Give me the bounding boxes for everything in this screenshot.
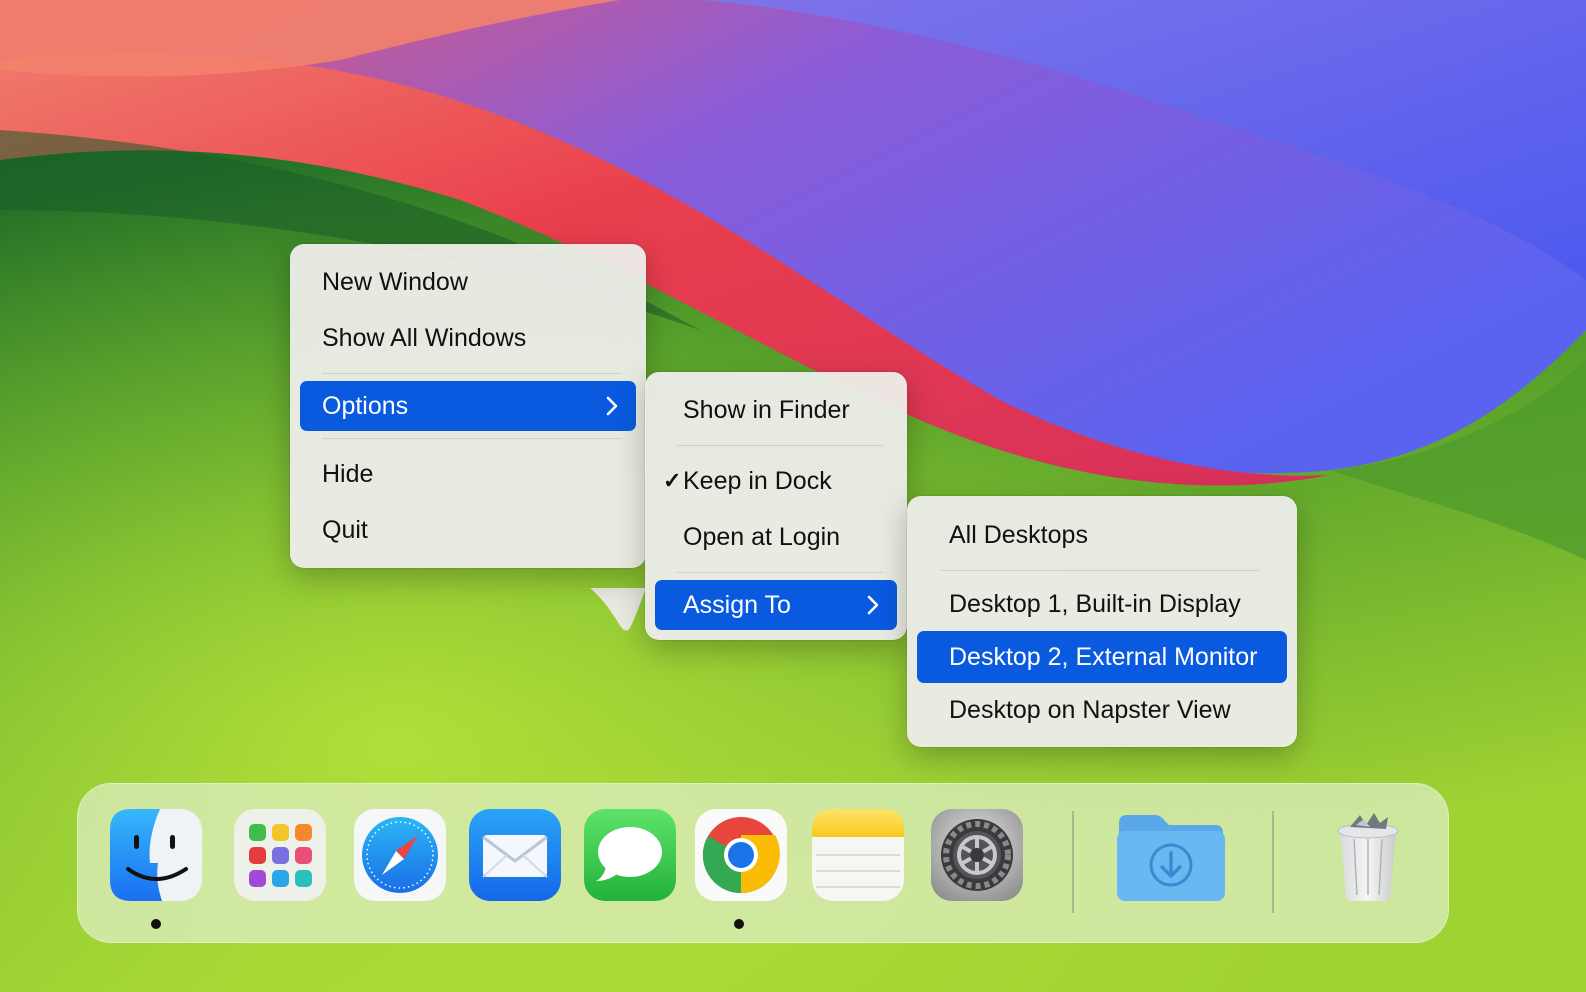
chevron-right-icon	[606, 381, 618, 431]
menu-item-label: Assign To	[683, 591, 791, 619]
menu-item-label: Desktop on Napster View	[949, 696, 1231, 724]
finder-icon	[110, 809, 202, 901]
menu-separator	[677, 572, 883, 573]
chevron-right-icon	[867, 580, 879, 630]
menu-item-label: Open at Login	[683, 523, 841, 551]
menu-item-label: Quit	[322, 516, 368, 544]
options-submenu: Show in Finder ✓ Keep in Dock Open at Lo…	[645, 372, 907, 640]
dock-app-notes[interactable]	[810, 807, 906, 903]
running-indicator	[734, 919, 744, 929]
menu-item-desktop-1[interactable]: Desktop 1, Built-in Display	[917, 577, 1287, 631]
menu-item-all-desktops[interactable]: All Desktops	[917, 508, 1287, 562]
menu-pointer-tail	[590, 588, 646, 631]
safari-icon	[354, 809, 446, 901]
menu-item-label: New Window	[322, 268, 468, 296]
menu-item-label: Show All Windows	[322, 324, 527, 352]
menu-item-label: Desktop 1, Built-in Display	[949, 590, 1241, 618]
menu-item-quit[interactable]: Quit	[300, 502, 636, 558]
dock-divider	[1272, 811, 1274, 913]
checkmark-icon: ✓	[663, 468, 682, 493]
downloads-folder-icon	[1117, 815, 1225, 901]
menu-item-desktop-2[interactable]: Desktop 2, External Monitor	[917, 631, 1287, 683]
dock-app-messages[interactable]	[582, 807, 678, 903]
menu-item-label: Desktop 2, External Monitor	[949, 643, 1258, 671]
dock-context-menu: New Window Show All Windows Options Hide…	[290, 244, 646, 568]
menu-item-label: All Desktops	[949, 521, 1088, 549]
menu-separator	[322, 373, 622, 374]
dock	[77, 783, 1449, 943]
launchpad-icon	[234, 809, 326, 901]
messages-icon	[584, 809, 676, 901]
dock-app-mail[interactable]	[467, 807, 563, 903]
menu-item-desktop-napster-view[interactable]: Desktop on Napster View	[917, 683, 1287, 737]
menu-item-open-at-login[interactable]: Open at Login	[655, 509, 897, 565]
menu-item-keep-in-dock[interactable]: ✓ Keep in Dock	[655, 453, 897, 509]
menu-item-show-in-finder[interactable]: Show in Finder	[655, 382, 897, 438]
menu-item-label: Hide	[322, 460, 374, 488]
dock-app-trash[interactable]	[1320, 807, 1416, 903]
dock-app-safari[interactable]	[352, 807, 448, 903]
running-indicator	[151, 919, 161, 929]
dock-app-chrome[interactable]	[693, 807, 789, 903]
menu-item-hide[interactable]: Hide	[300, 446, 636, 502]
menu-item-options[interactable]: Options	[300, 381, 636, 431]
notes-icon	[812, 809, 904, 901]
dock-app-launchpad[interactable]	[232, 807, 328, 903]
menu-item-show-all-windows[interactable]: Show All Windows	[300, 310, 636, 366]
dock-stack-downloads[interactable]	[1115, 807, 1227, 903]
menu-item-label: Keep in Dock	[683, 467, 832, 495]
system-settings-icon	[931, 809, 1023, 901]
chrome-icon	[695, 809, 787, 901]
dock-app-finder[interactable]	[108, 807, 204, 903]
dock-app-system-settings[interactable]	[929, 807, 1025, 903]
menu-item-new-window[interactable]: New Window	[300, 254, 636, 310]
menu-separator	[677, 445, 883, 446]
assign-to-submenu: All Desktops Desktop 1, Built-in Display…	[907, 496, 1297, 747]
mail-icon	[469, 809, 561, 901]
menu-item-assign-to[interactable]: Assign To	[655, 580, 897, 630]
menu-item-label: Options	[322, 392, 409, 420]
menu-separator	[322, 438, 622, 439]
dock-divider	[1072, 811, 1074, 913]
menu-item-label: Show in Finder	[683, 396, 850, 424]
trash-icon	[1337, 813, 1399, 901]
menu-separator	[941, 570, 1259, 571]
